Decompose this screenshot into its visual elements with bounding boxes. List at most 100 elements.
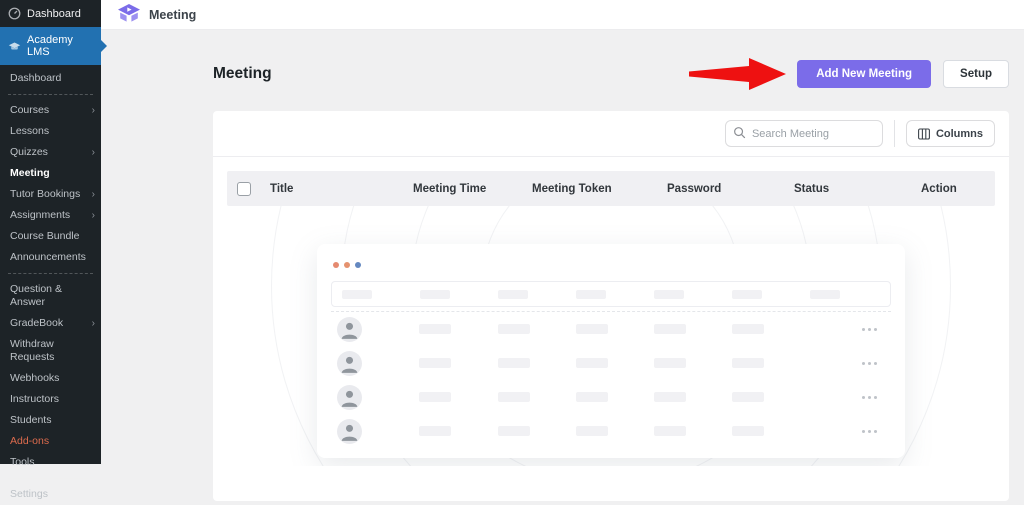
skeleton-bar: [732, 324, 764, 334]
skeleton-bar: [654, 290, 684, 299]
sidebar-item-withdraw-requests[interactable]: Withdraw Requests: [0, 334, 101, 368]
skeleton-row: [331, 414, 891, 448]
chevron-right-icon: ›: [92, 319, 95, 329]
ellipsis-actions-icon: [807, 362, 885, 365]
skeleton-bar: [576, 426, 608, 436]
skeleton-bar: [732, 358, 764, 368]
columns-button-label: Columns: [936, 128, 983, 140]
skeleton-bar: [419, 358, 451, 368]
select-all-checkbox[interactable]: [237, 182, 251, 196]
avatar: [337, 351, 362, 376]
search-meeting-input[interactable]: [725, 120, 883, 147]
page-title: Meeting: [213, 65, 272, 83]
skeleton-bar: [419, 324, 451, 334]
skeleton-bar: [732, 426, 764, 436]
skeleton-bar: [576, 290, 606, 299]
window-dots: [333, 262, 891, 268]
column-header-password: Password: [667, 183, 794, 195]
sidebar-item-dashboard[interactable]: Dashboard: [0, 68, 101, 89]
columns-button[interactable]: Columns: [906, 120, 995, 147]
skeleton-bar: [576, 324, 608, 334]
active-menu-arrow-icon: [101, 40, 107, 52]
skeleton-rows: [331, 312, 891, 448]
red-annotation-arrow-icon: [689, 55, 789, 93]
skeleton-bar: [419, 392, 451, 402]
window-dot-icon: [344, 262, 350, 268]
column-header-action: Action: [921, 183, 985, 195]
skeleton-bar: [732, 392, 764, 402]
setup-button[interactable]: Setup: [943, 60, 1009, 88]
skeleton-bar: [420, 290, 450, 299]
window-dot-icon: [355, 262, 361, 268]
sidebar-item-add-ons[interactable]: Add-ons: [0, 431, 101, 452]
sidebar-divider: [8, 478, 93, 479]
skeleton-bar: [498, 358, 530, 368]
chevron-right-icon: ›: [92, 190, 95, 200]
sidebar-item-tools[interactable]: Tools: [0, 452, 101, 473]
list-toolbar: Columns: [213, 111, 1009, 157]
avatar: [337, 419, 362, 444]
sidebar-item-tutor-bookings[interactable]: Tutor Bookings›: [0, 184, 101, 205]
sidebar-item-webhooks[interactable]: Webhooks: [0, 368, 101, 389]
table-body-empty-state: [227, 206, 995, 466]
sidebar-item-label: Academy LMS: [27, 34, 93, 58]
search-icon: [733, 126, 746, 139]
topbar-title: Meeting: [149, 8, 196, 22]
person-icon: [337, 317, 362, 342]
skeleton-bar: [498, 392, 530, 402]
skeleton-bar: [419, 426, 451, 436]
column-header-title: Title: [270, 183, 413, 195]
graduation-cap-icon: [8, 40, 21, 53]
page-topbar: Meeting: [101, 0, 1024, 30]
skeleton-row: [331, 312, 891, 346]
ellipsis-actions-icon: [807, 328, 885, 331]
sidebar-item-quizzes[interactable]: Quizzes›: [0, 142, 101, 163]
window-dot-icon: [333, 262, 339, 268]
sidebar-item-course-bundle[interactable]: Course Bundle: [0, 226, 101, 247]
add-new-meeting-button[interactable]: Add New Meeting: [797, 60, 931, 88]
main-content: Meeting Add New Meeting Setup: [101, 30, 1024, 464]
search-box: [725, 120, 883, 147]
skeleton-bar: [498, 324, 530, 334]
skeleton-bar: [654, 392, 686, 402]
sidebar-item-courses[interactable]: Courses›: [0, 100, 101, 121]
sidebar-item-students[interactable]: Students: [0, 410, 101, 431]
column-header-meeting-time: Meeting Time: [413, 183, 532, 195]
skeleton-bar: [576, 392, 608, 402]
skeleton-row: [331, 380, 891, 414]
table-header-row: Title Meeting Time Meeting Token Passwor…: [227, 171, 995, 206]
skeleton-bar: [654, 324, 686, 334]
skeleton-bar: [576, 358, 608, 368]
meetings-table: Title Meeting Time Meeting Token Passwor…: [213, 157, 1009, 466]
sidebar-item-question-answer[interactable]: Question & Answer: [0, 279, 101, 313]
admin-sidebar: Dashboard Academy LMS Dashboard Courses›…: [0, 0, 101, 464]
ellipsis-actions-icon: [807, 430, 885, 433]
skeleton-bar: [498, 426, 530, 436]
column-header-status: Status: [794, 183, 921, 195]
gauge-icon: [8, 7, 21, 20]
skeleton-bar: [732, 290, 762, 299]
header-actions: Add New Meeting Setup: [689, 55, 1009, 93]
sidebar-item-meeting[interactable]: Meeting: [0, 163, 101, 184]
sidebar-item-gradebook[interactable]: GradeBook›: [0, 313, 101, 334]
sidebar-item-instructors[interactable]: Instructors: [0, 389, 101, 410]
skeleton-row: [331, 346, 891, 380]
sidebar-divider: [8, 273, 93, 274]
sidebar-item-assignments[interactable]: Assignments›: [0, 205, 101, 226]
empty-state-illustration: [317, 244, 905, 458]
skeleton-header-row: [331, 281, 891, 307]
sidebar-item-wp-dashboard[interactable]: Dashboard: [0, 0, 101, 27]
ellipsis-actions-icon: [807, 396, 885, 399]
sidebar-submenu: Dashboard Courses› Lessons Quizzes› Meet…: [0, 65, 101, 505]
sidebar-item-label: Dashboard: [27, 8, 81, 20]
sidebar-item-settings[interactable]: Settings: [0, 484, 101, 505]
chevron-right-icon: ›: [92, 211, 95, 221]
sidebar-item-announcements[interactable]: Announcements: [0, 247, 101, 268]
sidebar-item-academy-lms[interactable]: Academy LMS: [0, 27, 101, 65]
skeleton-bar: [654, 426, 686, 436]
skeleton-bar: [654, 358, 686, 368]
sidebar-item-lessons[interactable]: Lessons: [0, 121, 101, 142]
avatar: [337, 317, 362, 342]
avatar: [337, 385, 362, 410]
chevron-right-icon: ›: [92, 148, 95, 158]
